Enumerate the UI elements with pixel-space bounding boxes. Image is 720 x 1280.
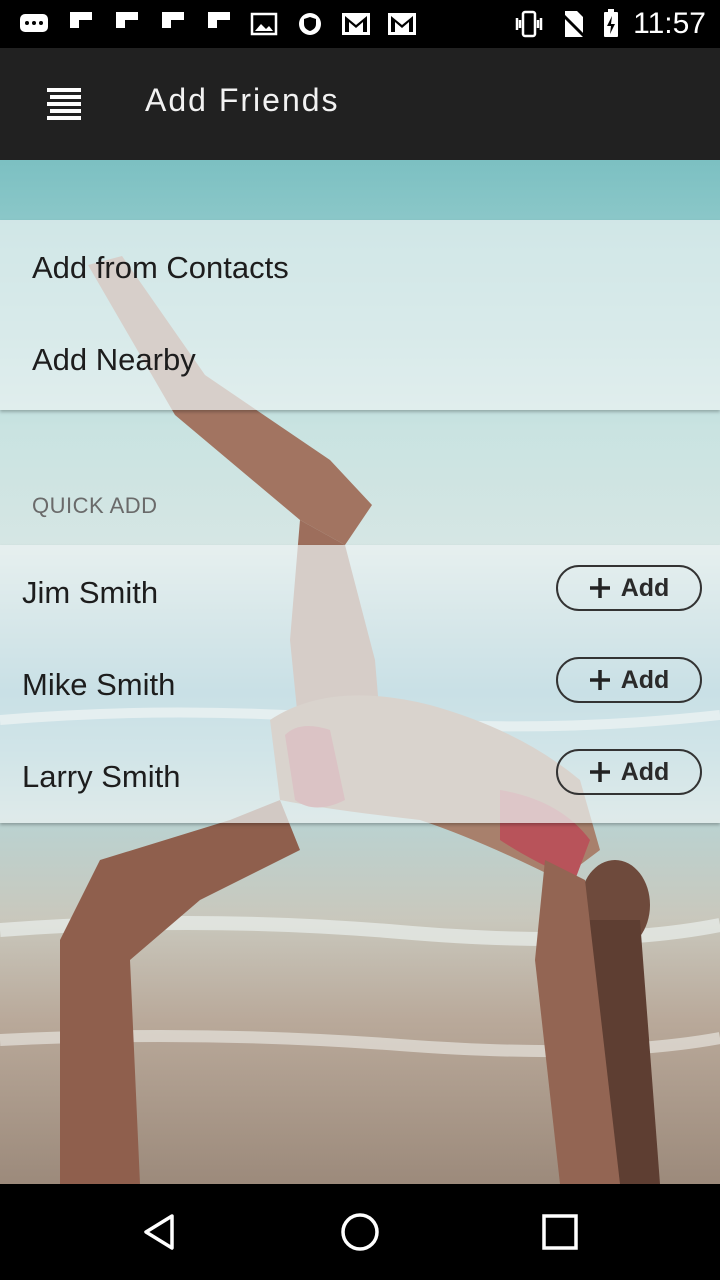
list-item: Jim Smith Add [0,545,720,637]
gmail-icon [388,13,416,35]
add-friend-button[interactable]: Add [556,565,702,611]
flipboard-icon [70,12,92,28]
add-button-label: Add [620,757,670,786]
friend-name: Jim Smith [22,575,159,610]
navigation-bar [0,1184,720,1280]
menu-icon[interactable] [40,78,90,128]
shield-icon [299,13,321,35]
add-nearby-option[interactable]: Add Nearby [32,342,196,378]
recents-icon[interactable] [538,1210,582,1254]
status-bar: 11:57 [0,0,720,48]
flipboard-icon [162,12,184,28]
no-sim-icon [560,11,587,39]
add-friend-button[interactable]: Add [556,749,702,795]
add-from-contacts-option[interactable]: Add from Contacts [32,250,289,286]
home-icon[interactable] [338,1210,382,1254]
add-button-label: Add [620,665,670,694]
notification-icons [18,8,418,40]
back-icon[interactable] [138,1210,182,1254]
vibrate-icon [515,10,543,38]
clock: 11:57 [633,7,706,40]
image-icon [250,12,278,36]
plus-icon [589,670,610,690]
add-button-label: Add [620,573,670,602]
system-icons: 11:57 [513,7,706,40]
list-item: Larry Smith Add [0,729,720,821]
flipboard-icon [208,12,230,28]
add-friend-button[interactable]: Add [556,657,702,703]
quick-add-header: QUICK ADD [32,493,158,518]
plus-icon [589,762,610,782]
friend-name: Mike Smith [22,667,176,702]
friend-name: Larry Smith [22,759,181,794]
plus-icon [589,578,610,598]
chat-bubble-icon [20,14,48,32]
app-bar: Add Friends [0,48,720,160]
page-title: Add Friends [145,82,340,118]
list-item: Mike Smith Add [0,637,720,729]
battery-charging-icon [604,9,619,37]
quick-add-list: Jim Smith Add Mike Smith Add Larry Smith… [0,545,720,823]
flipboard-icon [116,12,138,28]
gmail-icon [342,13,370,35]
add-options-card: Add from Contacts Add Nearby [0,220,720,410]
